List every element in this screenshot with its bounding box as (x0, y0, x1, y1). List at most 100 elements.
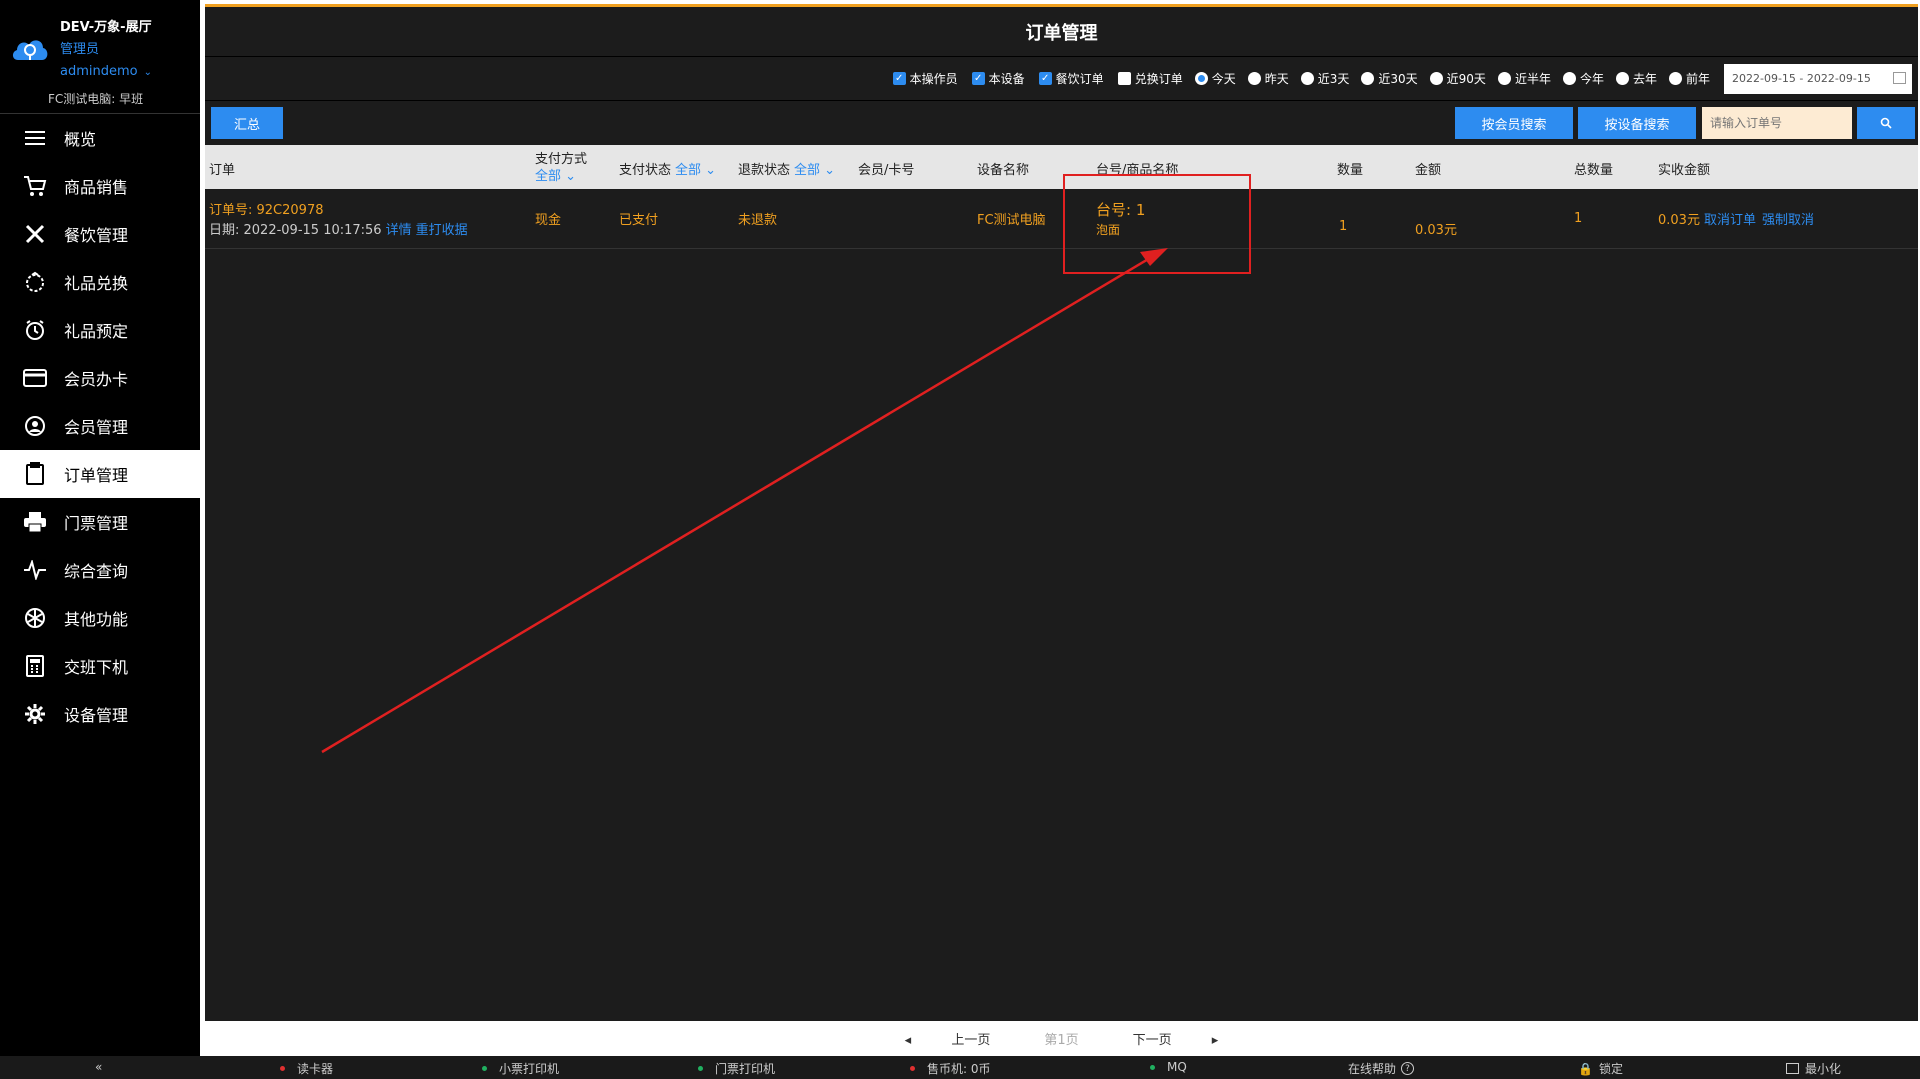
sidebar-item-label: 礼品预定 (64, 322, 129, 341)
main-panel: 订单管理 ✓ 本操作员 ✓ 本设备 ✓ 餐饮订单 兑换订单 今天 昨天 近3天 近30… (205, 4, 1918, 1021)
caret-left-icon: ◂ (904, 1033, 912, 1048)
status-card-reader: 读卡器 (280, 1060, 333, 1077)
chevron-down-icon: ⌄ (565, 169, 577, 184)
sidebar-item-member-card[interactable]: 会员办卡 (0, 354, 200, 402)
member-search-button[interactable]: 按会员搜索 (1455, 107, 1573, 139)
sidebar-item-goods-sales[interactable]: 商品销售 (0, 162, 200, 210)
reprint-receipt-link[interactable]: 重打收据 (416, 223, 468, 238)
card-icon (22, 365, 48, 391)
status-label: 小票打印机 (499, 1062, 560, 1076)
radio-last-year[interactable]: 去年 (1615, 70, 1657, 87)
cloud-logo-icon (12, 40, 48, 60)
table-header: 订单 支付方式 全部 ⌄ 支付状态 全部 ⌄ 退款状态 全部 ⌄ 会员/卡号 设备名… (205, 145, 1918, 189)
cancel-order-link[interactable]: 取消订单 (1704, 213, 1756, 228)
radio-icon (1562, 72, 1576, 85)
sidebar-item-gift-exchange[interactable]: 礼品兑换 (0, 258, 200, 306)
search-button[interactable] (1857, 107, 1915, 139)
checkbox-checked-icon: ✓ (1038, 72, 1052, 85)
prev-page-button[interactable]: ◂ 上一页 (887, 1029, 1009, 1048)
sidebar-item-label: 门票管理 (64, 514, 129, 533)
actual-amount: 0.03元 (1658, 213, 1700, 228)
next-page-button[interactable]: 下一页 ▸ (1115, 1029, 1237, 1048)
refund-status-filter[interactable]: 全部 ⌄ (794, 163, 835, 178)
lock-label: 锁定 (1598, 1062, 1623, 1076)
radio-last-3-days[interactable]: 近3天 (1300, 70, 1350, 87)
radio-last-90-days[interactable]: 近90天 (1429, 70, 1486, 87)
pagination: ◂ 上一页 第1页 下一页 ▸ (205, 1021, 1918, 1056)
calendar-icon (1893, 71, 1906, 84)
checkbox-operator[interactable]: ✓ 本操作员 (892, 70, 958, 87)
sidebar-item-gift-booking[interactable]: 礼品预定 (0, 306, 200, 354)
brand-area: DEV-万象-展厅 管理员 admindemo ⌄ FC测试电脑: 早班 (0, 0, 200, 114)
header-pay-status: 支付状态 全部 ⌄ (619, 159, 716, 178)
sidebar-item-label: 订单管理 (64, 466, 129, 485)
date-range-picker[interactable]: 2022-09-15 - 2022-09-15 (1724, 63, 1912, 94)
sidebar-item-catering[interactable]: 餐饮管理 (0, 210, 200, 258)
sidebar-collapse-button[interactable]: « (95, 1060, 102, 1074)
sidebar-item-label: 概览 (64, 130, 97, 149)
radio-selected-icon (1194, 72, 1208, 85)
next-page-label: 下一页 (1132, 1033, 1172, 1048)
sidebar-nav: 概览 商品销售 餐饮管理 礼品兑换 礼品预定 会员办卡 会员管理 订单管理 门票… (0, 114, 200, 738)
checkbox-checked-icon: ✓ (971, 72, 985, 85)
sidebar-item-label: 会员管理 (64, 418, 129, 437)
checkbox-unchecked-icon (1117, 72, 1131, 85)
window-icon (1786, 1063, 1799, 1074)
page-title: 订单管理 (205, 7, 1918, 57)
qty: 1 (1339, 219, 1348, 234)
header-label: 支付方式 (535, 152, 588, 167)
order-number-input[interactable] (1702, 107, 1852, 139)
pay-method-filter[interactable]: 全部 ⌄ (535, 168, 587, 185)
sidebar-item-shift-handover[interactable]: 交班下机 (0, 642, 200, 690)
detail-link[interactable]: 详情 (386, 223, 412, 238)
device-search-button[interactable]: 按设备搜索 (1578, 107, 1696, 139)
status-dot-icon (698, 1066, 703, 1071)
sidebar-item-member-management[interactable]: 会员管理 (0, 402, 200, 450)
sidebar-item-device-management[interactable]: 设备管理 (0, 690, 200, 738)
online-help-button[interactable]: 在线帮助? (1348, 1060, 1415, 1077)
pay-status: 已支付 (619, 213, 659, 228)
gear-icon (22, 701, 48, 727)
filter-label: 全部 (794, 163, 821, 178)
header-qty: 数量 (1337, 163, 1364, 178)
user-icon (22, 413, 48, 439)
sidebar-item-query[interactable]: 综合查询 (0, 546, 200, 594)
header-member: 会员/卡号 (858, 163, 915, 178)
radio-label: 去年 (1632, 72, 1657, 86)
force-cancel-link[interactable]: 强制取消 (1762, 213, 1814, 228)
radio-this-year[interactable]: 今年 (1562, 70, 1604, 87)
radio-today[interactable]: 今天 (1194, 70, 1236, 87)
chevron-down-icon: ⌄ (705, 163, 717, 178)
header-label: 支付状态 (619, 163, 672, 178)
status-dot-icon (1150, 1064, 1155, 1070)
minimize-button[interactable]: 最小化 (1786, 1060, 1841, 1077)
order-number: 订单号: 92C20978 (209, 203, 324, 218)
sidebar-item-other[interactable]: 其他功能 (0, 594, 200, 642)
sidebar-item-ticket-management[interactable]: 门票管理 (0, 498, 200, 546)
lock-button[interactable]: 🔒 锁定 (1578, 1060, 1623, 1077)
sidebar-item-order-management[interactable]: 订单管理 (0, 450, 200, 498)
pulse-icon (22, 557, 48, 583)
sidebar-item-overview[interactable]: 概览 (0, 114, 200, 162)
checkbox-exchange-orders[interactable]: 兑换订单 (1117, 70, 1183, 87)
status-mq: MQ (1150, 1060, 1187, 1074)
radio-year-before-last[interactable]: 前年 (1668, 70, 1710, 87)
pay-status-filter[interactable]: 全部 ⌄ (675, 163, 716, 178)
sidebar-item-label: 交班下机 (64, 658, 129, 677)
sidebar-item-label: 其他功能 (64, 610, 129, 629)
radio-icon (1615, 72, 1629, 85)
action-bar: 汇总 按会员搜索 按设备搜索 (205, 101, 1918, 145)
summary-button[interactable]: 汇总 (211, 107, 283, 139)
radio-yesterday[interactable]: 昨天 (1247, 70, 1289, 87)
radio-label: 近3天 (1317, 72, 1350, 86)
checkbox-catering-orders[interactable]: ✓ 餐饮订单 (1038, 70, 1104, 87)
checkbox-label: 兑换订单 (1134, 72, 1183, 86)
checkbox-device[interactable]: ✓ 本设备 (971, 70, 1025, 87)
radio-last-half-year[interactable]: 近半年 (1497, 70, 1551, 87)
minimize-label: 最小化 (1805, 1062, 1842, 1076)
radio-label: 近90天 (1446, 72, 1486, 86)
radio-last-30-days[interactable]: 近30天 (1361, 70, 1418, 87)
status-coin-machine: 售币机: 0币 (910, 1060, 991, 1077)
header-order: 订单 (209, 163, 236, 178)
user-menu[interactable]: admindemo ⌄ (60, 64, 152, 79)
